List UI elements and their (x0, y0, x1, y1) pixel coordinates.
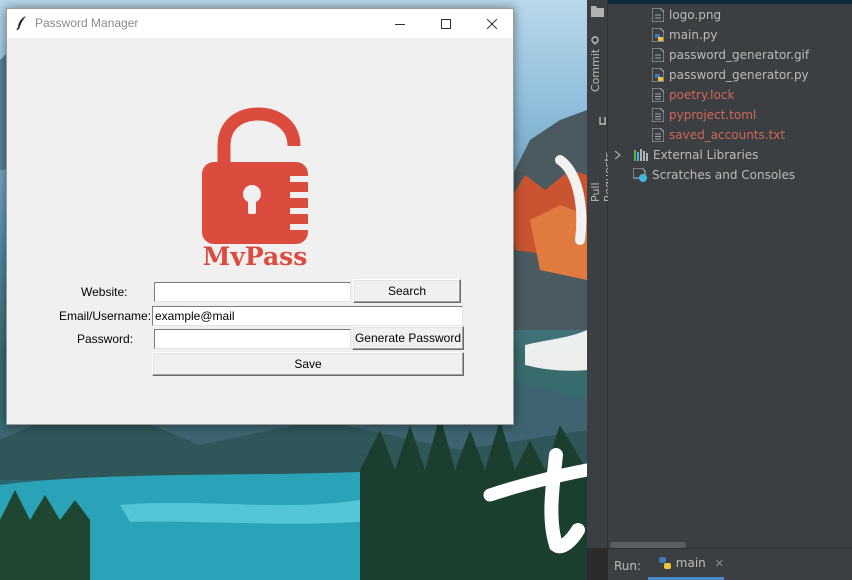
save-button[interactable]: Save (152, 352, 464, 376)
chevron-right-icon[interactable] (614, 150, 622, 160)
python-file-icon (652, 68, 664, 82)
maximize-button[interactable] (423, 9, 469, 38)
window-title: Password Manager (35, 16, 139, 30)
text-file-icon (652, 108, 664, 122)
run-tool-bar: Run: main ✕ (608, 548, 852, 580)
password-label: Password: (77, 332, 134, 346)
close-tab-icon[interactable]: ✕ (715, 557, 724, 570)
email-input[interactable] (152, 306, 463, 326)
password-manager-window: Password Manager MyPass Website: Search … (6, 8, 514, 425)
window-titlebar[interactable]: Password Manager (7, 9, 513, 38)
tree-item-external-libraries[interactable]: External Libraries (614, 145, 758, 165)
commit-tab[interactable]: Commit (589, 36, 602, 92)
commit-icon (591, 36, 600, 45)
logo-text: MyPass (203, 242, 308, 266)
generate-password-button[interactable]: Generate Password (352, 326, 464, 350)
maximize-icon (441, 18, 451, 29)
minimize-button[interactable] (377, 9, 423, 38)
tree-selection-strip (608, 0, 852, 4)
mypass-logo: MyPass (202, 107, 310, 266)
tree-item-saved-accounts-txt[interactable]: saved_accounts.txt (652, 125, 785, 145)
library-icon (634, 149, 648, 161)
run-label: Run: (614, 559, 642, 573)
tree-item-password-generator-gif[interactable]: password_generator.gif (652, 45, 809, 65)
close-button[interactable] (469, 9, 515, 38)
project-tree-panel: logo.png main.py password_generator.gif … (608, 0, 852, 548)
text-file-icon (652, 128, 664, 142)
project-folder-icon[interactable] (591, 5, 604, 17)
tree-item-scratches-and-consoles[interactable]: Scratches and Consoles (633, 165, 795, 185)
python-file-icon (652, 28, 664, 42)
search-button[interactable]: Search (353, 279, 461, 303)
tree-item-logo-png[interactable]: logo.png (652, 5, 721, 25)
password-input[interactable] (154, 329, 351, 349)
tree-item-poetry-lock[interactable]: poetry.lock (652, 85, 734, 105)
website-label: Website: (81, 285, 128, 299)
pull-request-icon (599, 116, 606, 125)
tree-item-main-py[interactable]: main.py (652, 25, 718, 45)
minimize-icon (395, 23, 405, 25)
scratches-icon (633, 168, 647, 182)
email-label: Email/Username: (59, 309, 152, 323)
close-icon (487, 18, 497, 29)
image-file-icon (652, 8, 664, 22)
python-icon (659, 557, 671, 569)
website-input[interactable] (154, 282, 351, 302)
image-file-icon (652, 48, 664, 62)
tree-item-password-generator-py[interactable]: password_generator.py (652, 65, 809, 85)
text-file-icon (652, 88, 664, 102)
tree-item-pyproject-toml[interactable]: pyproject.toml (652, 105, 756, 125)
tk-feather-icon (16, 16, 26, 31)
ide-tool-strip: Commit Pull Requests (587, 0, 615, 548)
run-tab-main[interactable]: main ✕ (648, 549, 724, 580)
